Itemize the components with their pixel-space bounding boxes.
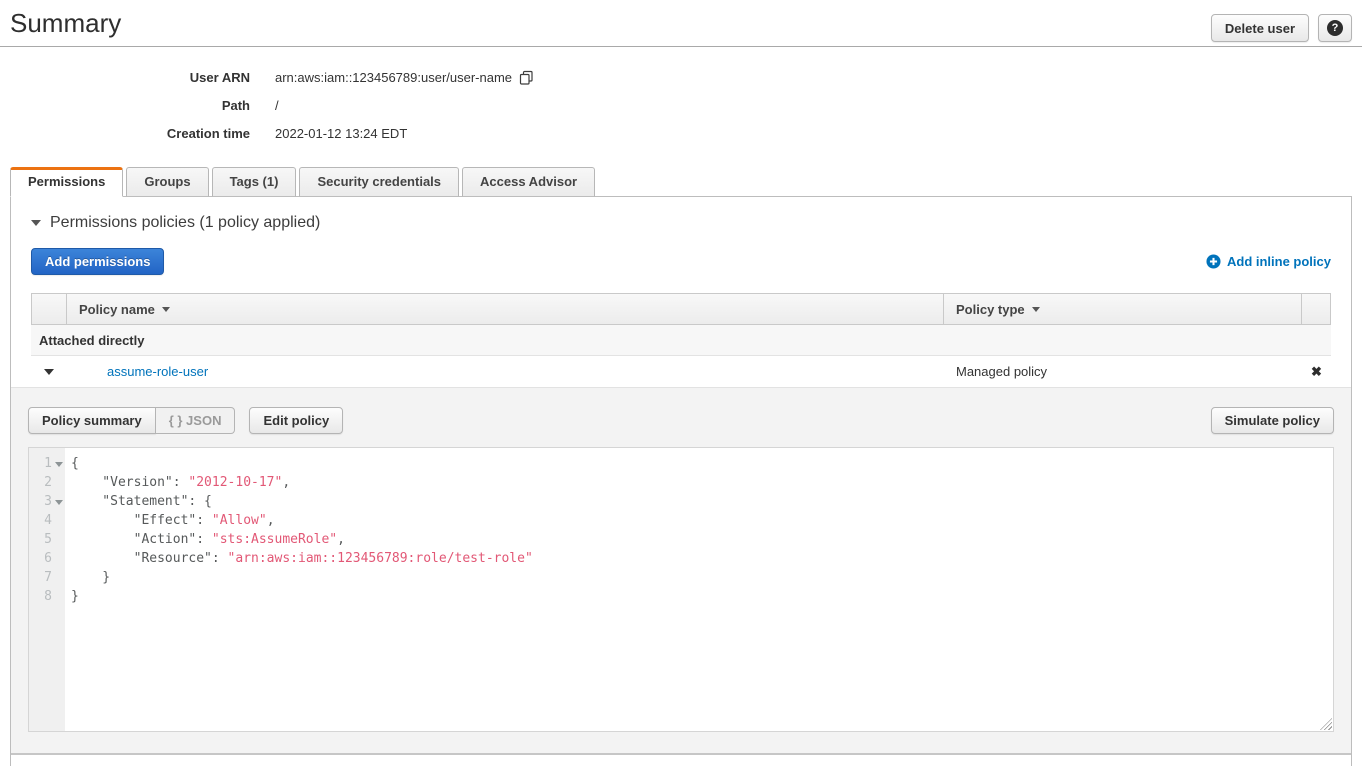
json-view-button[interactable]: { } JSON xyxy=(156,407,236,434)
tab-permissions[interactable]: Permissions xyxy=(10,167,123,197)
edit-policy-button[interactable]: Edit policy xyxy=(249,407,343,434)
line-number: 4 xyxy=(29,511,65,530)
sort-arrow-icon xyxy=(162,307,170,312)
user-info-row: Path / xyxy=(0,91,1362,119)
row-expand-icon xyxy=(44,369,54,375)
page-title: Summary xyxy=(10,8,121,39)
add-inline-policy-link[interactable]: Add inline policy xyxy=(1206,254,1331,269)
help-icon: ? xyxy=(1327,20,1343,36)
user-info-section: User ARN arn:aws:iam::123456789:user/use… xyxy=(0,47,1362,151)
attached-directly-group-row: Attached directly xyxy=(31,325,1331,356)
line-number: 3 xyxy=(29,492,65,511)
simulate-policy-button[interactable]: Simulate policy xyxy=(1211,407,1334,434)
delete-user-button[interactable]: Delete user xyxy=(1211,14,1309,42)
line-number: 8 xyxy=(29,587,65,606)
expand-column-header xyxy=(31,293,67,325)
editor-resize-handle[interactable] xyxy=(1320,718,1332,730)
code-text: } xyxy=(65,587,79,606)
policy-name-column-header[interactable]: Policy name xyxy=(67,293,944,325)
code-line: 8 } xyxy=(29,587,1333,606)
policy-type-column-header[interactable]: Policy type xyxy=(944,293,1302,325)
code-line: 6 "Resource": "arn:aws:iam::123456789:ro… xyxy=(29,549,1333,568)
code-text: "Action": "sts:AssumeRole", xyxy=(65,530,345,549)
detach-policy-button[interactable]: ✖ xyxy=(1302,364,1331,380)
info-value-text: arn:aws:iam::123456789:user/user-name xyxy=(275,70,512,85)
code-line: 7 } xyxy=(29,568,1333,587)
info-label: Path xyxy=(0,98,250,113)
line-number: 2 xyxy=(29,473,65,492)
code-line: 3 "Statement": { xyxy=(29,492,1333,511)
line-number: 6 xyxy=(29,549,65,568)
sort-arrow-icon xyxy=(1032,307,1040,312)
code-text: { xyxy=(65,454,79,473)
row-expand-toggle[interactable] xyxy=(31,369,67,375)
policy-detail-toolbar: Policy summary { } JSON Edit policy Simu… xyxy=(28,407,1334,434)
permissions-policies-title: Permissions policies (1 policy applied) xyxy=(50,214,320,232)
json-policy-editor[interactable]: 1 { 2 "Version": "2012-10-17", 3 "Statem… xyxy=(28,447,1334,732)
header-actions: Delete user ? xyxy=(1211,14,1352,42)
help-button[interactable]: ? xyxy=(1318,14,1352,42)
code-text: } xyxy=(65,568,110,587)
code-text: "Resource": "arn:aws:iam::123456789:role… xyxy=(65,549,533,568)
fold-arrow-icon xyxy=(55,500,63,505)
policy-actions-row: Add permissions Add inline policy xyxy=(11,246,1351,275)
tab-bar: Permissions Groups Tags (1) Security cre… xyxy=(10,167,1362,196)
code-text: "Version": "2012-10-17", xyxy=(65,473,290,492)
tab-security-credentials[interactable]: Security credentials xyxy=(299,167,459,197)
policy-name-header-label: Policy name xyxy=(79,302,155,317)
info-value-text: 2022-01-12 13:24 EDT xyxy=(275,126,407,141)
user-info-row: User ARN arn:aws:iam::123456789:user/use… xyxy=(0,63,1362,91)
policy-table: Policy name Policy type Attached directl… xyxy=(31,293,1331,387)
fold-arrow-icon xyxy=(55,462,63,467)
info-value: / xyxy=(275,98,279,113)
policy-view-toggle: Policy summary { } JSON xyxy=(28,407,235,434)
info-value-text: / xyxy=(275,98,279,113)
policy-type-value: Managed policy xyxy=(944,364,1302,379)
code-text: "Effect": "Allow", xyxy=(65,511,275,530)
tab-tags-1[interactable]: Tags (1) xyxy=(212,167,297,197)
policy-table-row: assume-role-user Managed policy ✖ xyxy=(31,356,1331,387)
code-line: 2 "Version": "2012-10-17", xyxy=(29,473,1333,492)
tab-groups[interactable]: Groups xyxy=(126,167,208,197)
section-collapse-icon xyxy=(31,220,41,226)
line-number: 7 xyxy=(29,568,65,587)
plus-circle-icon xyxy=(1206,254,1221,269)
info-value: arn:aws:iam::123456789:user/user-name xyxy=(275,70,534,85)
info-value: 2022-01-12 13:24 EDT xyxy=(275,126,407,141)
line-number: 5 xyxy=(29,530,65,549)
policy-rows: assume-role-user Managed policy ✖ xyxy=(31,356,1331,387)
code-line: 4 "Effect": "Allow", xyxy=(29,511,1333,530)
policy-summary-button[interactable]: Policy summary xyxy=(28,407,156,434)
copy-icon[interactable] xyxy=(519,70,534,85)
info-label: Creation time xyxy=(0,126,250,141)
add-inline-policy-label: Add inline policy xyxy=(1227,254,1331,269)
code-line: 5 "Action": "sts:AssumeRole", xyxy=(29,530,1333,549)
code-text: "Statement": { xyxy=(65,492,212,511)
permissions-policies-section-toggle[interactable]: Permissions policies (1 policy applied) xyxy=(11,197,1351,246)
info-label: User ARN xyxy=(0,70,250,85)
user-info-row: Creation time 2022-01-12 13:24 EDT xyxy=(0,119,1362,147)
editor-code: 1 { 2 "Version": "2012-10-17", 3 "Statem… xyxy=(29,448,1333,606)
tab-access-advisor[interactable]: Access Advisor xyxy=(462,167,595,197)
line-number: 1 xyxy=(29,454,65,473)
permissions-tab-content: Permissions policies (1 policy applied) … xyxy=(10,196,1352,766)
actions-column-header xyxy=(1302,293,1331,325)
add-permissions-button[interactable]: Add permissions xyxy=(31,248,164,275)
policy-table-header: Policy name Policy type xyxy=(31,293,1331,325)
policy-type-header-label: Policy type xyxy=(956,302,1025,317)
policy-name-link[interactable]: assume-role-user xyxy=(107,364,208,379)
policy-detail-panel: Policy summary { } JSON Edit policy Simu… xyxy=(11,387,1351,755)
code-line: 1 { xyxy=(29,454,1333,473)
page-header: Summary Delete user ? xyxy=(0,0,1362,47)
